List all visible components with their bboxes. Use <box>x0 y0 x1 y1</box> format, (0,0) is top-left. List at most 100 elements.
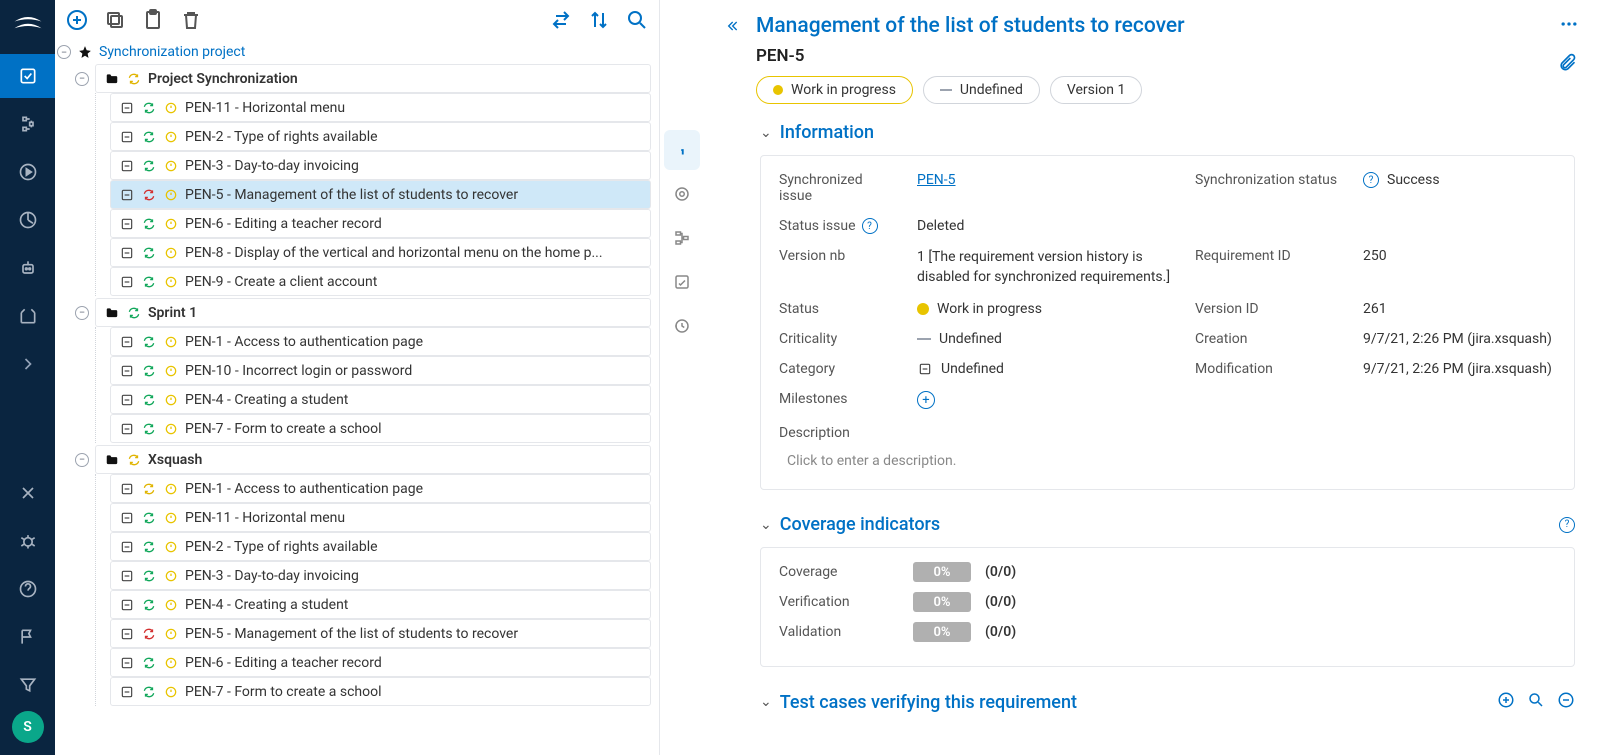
delete-icon[interactable] <box>179 8 203 32</box>
chevron-down-icon[interactable]: ⌄ <box>760 694 772 710</box>
collapse-toggle[interactable]: − <box>75 72 89 86</box>
search-testcase-icon[interactable] <box>1527 691 1545 713</box>
nav-flag[interactable] <box>0 615 55 659</box>
nav-testcases[interactable] <box>0 102 55 146</box>
box-minus-icon <box>119 392 135 408</box>
tree-item[interactable]: PEN-8 - Display of the vertical and hori… <box>110 238 651 267</box>
app-logo <box>10 8 46 44</box>
value-category[interactable]: Undefined <box>917 361 1177 377</box>
collapse-toggle[interactable]: − <box>57 45 71 59</box>
sync-icon <box>141 510 157 526</box>
nav-help[interactable] <box>0 567 55 611</box>
chip-criticality[interactable]: Undefined <box>923 76 1040 104</box>
tree-item[interactable]: PEN-6 - Editing a teacher record <box>110 209 651 238</box>
tree-item[interactable]: PEN-4 - Creating a student <box>110 590 651 619</box>
sync-icon <box>141 568 157 584</box>
tree-item[interactable]: PEN-9 - Create a client account <box>110 267 651 296</box>
nav-campaigns[interactable] <box>0 150 55 194</box>
sort-icon[interactable] <box>587 8 611 32</box>
value-creation: 9/7/21, 2:26 PM (jira.xsquash) <box>1363 331 1556 347</box>
tree-item[interactable]: PEN-3 - Day-to-day invoicing <box>110 151 651 180</box>
star-icon <box>77 44 93 60</box>
sync-icon <box>141 626 157 642</box>
value-modification: 9/7/21, 2:26 PM (jira.xsquash) <box>1363 361 1556 377</box>
tree-item[interactable]: PEN-5 - Management of the list of studen… <box>110 619 651 648</box>
sync-icon <box>141 684 157 700</box>
tree-item[interactable]: PEN-7 - Form to create a school <box>110 414 651 443</box>
nav-expand[interactable] <box>0 342 55 386</box>
box-minus-icon <box>119 187 135 203</box>
project-name[interactable]: Synchronization project <box>99 44 245 60</box>
nav-dashboard[interactable] <box>0 198 55 242</box>
value-status[interactable]: Work in progress <box>917 301 1177 317</box>
user-avatar[interactable]: S <box>12 711 44 743</box>
chevron-down-icon[interactable]: ⌄ <box>760 517 772 533</box>
tree-item[interactable]: PEN-4 - Creating a student <box>110 385 651 414</box>
tree-item[interactable]: PEN-11 - Horizontal menu <box>110 93 651 122</box>
label-sync-issue: Synchronized issue <box>779 172 899 204</box>
chevron-down-icon[interactable]: ⌄ <box>760 125 772 141</box>
value-sync-status: ?Success <box>1363 172 1556 188</box>
status-icon <box>163 481 179 497</box>
nav-requirements[interactable] <box>0 54 55 98</box>
status-icon <box>163 216 179 232</box>
section-testcases: ⌄ Test cases verifying this requirement <box>760 691 1575 713</box>
status-icon <box>163 510 179 526</box>
tree-item[interactable]: PEN-7 - Form to create a school <box>110 677 651 706</box>
status-icon <box>163 655 179 671</box>
description-field[interactable]: Click to enter a description. <box>779 449 1556 473</box>
swap-icon[interactable] <box>549 8 573 32</box>
tree-item[interactable]: PEN-3 - Day-to-day invoicing <box>110 561 651 590</box>
collapse-toggle[interactable]: − <box>75 453 89 467</box>
value-criticality[interactable]: Undefined <box>917 331 1177 347</box>
collapse-detail-icon[interactable] <box>724 14 740 38</box>
add-milestone-icon[interactable]: + <box>917 391 935 409</box>
tree-item[interactable]: PEN-6 - Editing a teacher record <box>110 648 651 677</box>
tree-item[interactable]: PEN-2 - Type of rights available <box>110 532 651 561</box>
nav-filter[interactable] <box>0 663 55 707</box>
nav-reports[interactable] <box>0 294 55 338</box>
tree-item[interactable]: PEN-11 - Horizontal menu <box>110 503 651 532</box>
tree-folder[interactable]: Xsquash <box>95 445 651 474</box>
nav-bugs[interactable] <box>0 519 55 563</box>
value-status-issue: Deleted <box>917 218 1177 234</box>
tab-hierarchy[interactable] <box>664 218 700 258</box>
status-icon <box>163 539 179 555</box>
tree-item[interactable]: PEN-10 - Incorrect login or password <box>110 356 651 385</box>
tab-target[interactable] <box>664 174 700 214</box>
box-minus-icon <box>119 597 135 613</box>
side-tabs <box>660 0 704 755</box>
tab-info[interactable] <box>664 130 700 170</box>
attachment-icon[interactable] <box>1557 62 1577 78</box>
paste-icon[interactable] <box>141 8 165 32</box>
detail-panel: Management of the list of students to re… <box>704 0 1599 755</box>
copy-icon[interactable] <box>103 8 127 32</box>
remove-testcase-icon[interactable] <box>1557 691 1575 713</box>
help-icon[interactable]: ? <box>1559 517 1575 533</box>
tab-edit[interactable] <box>664 262 700 302</box>
sync-icon <box>141 421 157 437</box>
tree-folder[interactable]: Project Synchronization <box>95 64 651 93</box>
status-icon <box>163 392 179 408</box>
tree-item[interactable]: PEN-2 - Type of rights available <box>110 122 651 151</box>
add-icon[interactable] <box>65 8 89 32</box>
detail-title: Management of the list of students to re… <box>756 14 1543 38</box>
tree-item[interactable]: PEN-1 - Access to authentication page <box>110 474 651 503</box>
collapse-toggle[interactable]: − <box>75 306 89 320</box>
nav-tools[interactable] <box>0 471 55 515</box>
tab-history[interactable] <box>664 306 700 346</box>
status-icon <box>163 363 179 379</box>
chip-status[interactable]: Work in progress <box>756 76 913 104</box>
label-req-id: Requirement ID <box>1195 248 1345 264</box>
nav-automation[interactable] <box>0 246 55 290</box>
add-testcase-icon[interactable] <box>1497 691 1515 713</box>
chip-version[interactable]: Version 1 <box>1050 76 1142 104</box>
tree-item[interactable]: PEN-1 - Access to authentication page <box>110 327 651 356</box>
sync-icon <box>141 129 157 145</box>
value-sync-issue[interactable]: PEN-5 <box>917 172 1177 188</box>
search-icon[interactable] <box>625 8 649 32</box>
tree-item[interactable]: PEN-5 - Management of the list of studen… <box>110 180 651 209</box>
more-icon[interactable] <box>1559 14 1579 38</box>
tree-folder[interactable]: Sprint 1 <box>95 298 651 327</box>
sync-icon <box>141 363 157 379</box>
